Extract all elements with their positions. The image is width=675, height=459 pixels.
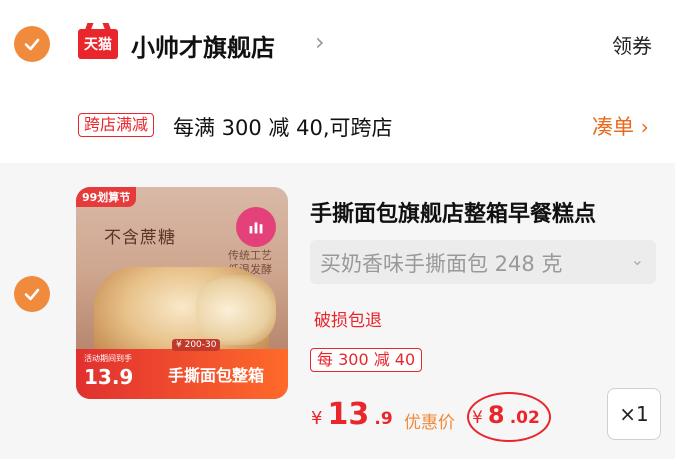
promotion-text: 每满 300 减 40,可跨店	[173, 116, 393, 140]
quantity-stepper[interactable]: ×1	[607, 388, 661, 440]
add-on-items-label: 凑单	[592, 115, 634, 139]
thumb-coupon-note: ¥ 200-30	[172, 339, 221, 351]
bread-piece-image	[196, 275, 276, 345]
product-title[interactable]: 手撕面包旗舰店整箱早餐糕点	[310, 196, 596, 228]
shop-name[interactable]: 小帅才旗舰店	[131, 28, 275, 63]
price-integer: 13	[327, 397, 370, 432]
item-price: ¥ 13 .9	[311, 397, 393, 432]
sku-text: 买奶香味手撕面包 248 克	[320, 252, 563, 276]
thumb-small-label: 活动期间到手	[84, 354, 132, 363]
chevron-down-icon: ⌄	[630, 250, 644, 269]
coupon-button[interactable]: 领券	[612, 30, 652, 59]
thumb-product-name: 手撕面包整箱	[168, 366, 265, 385]
price-decimal: .9	[374, 409, 393, 429]
damage-return-label: 破损包退	[314, 311, 382, 331]
item-select-checkbox[interactable]	[14, 276, 50, 312]
thumb-festival-badge: 99划算节	[76, 187, 137, 207]
thumb-price: 13.9	[84, 365, 134, 389]
full-reduction-tag: 每 300 减 40	[310, 348, 423, 372]
brand-logo-icon	[236, 207, 276, 247]
shop-select-checkbox[interactable]	[14, 26, 50, 62]
thumb-price-banner: ¥ 200-30 活动期间到手 13.9 手撕面包整箱	[76, 339, 288, 399]
sku-selector[interactable]: 买奶香味手撕面包 248 克 ⌄	[310, 240, 656, 284]
cross-store-discount-tag: 跨店满减	[78, 113, 155, 137]
add-on-items-link[interactable]: 凑单 ›	[592, 111, 649, 141]
checkmark-icon	[24, 288, 40, 301]
chevron-right-icon[interactable]: ›	[315, 28, 325, 56]
discount-highlight-circle	[467, 392, 551, 442]
thumb-title: 不含蔗糖	[104, 228, 176, 248]
chevron-right-icon: ›	[640, 115, 649, 139]
tmall-badge-text: 天猫	[84, 37, 112, 53]
product-thumbnail[interactable]: 99划算节 不含蔗糖 传统工艺 低温发酵 ¥ 200-30 活动期间到手 13.…	[76, 187, 288, 399]
discount-price-label: 优惠价	[404, 413, 455, 433]
price-currency: ¥	[311, 408, 323, 429]
checkmark-icon	[24, 38, 40, 51]
tmall-badge: 天猫	[78, 29, 118, 59]
